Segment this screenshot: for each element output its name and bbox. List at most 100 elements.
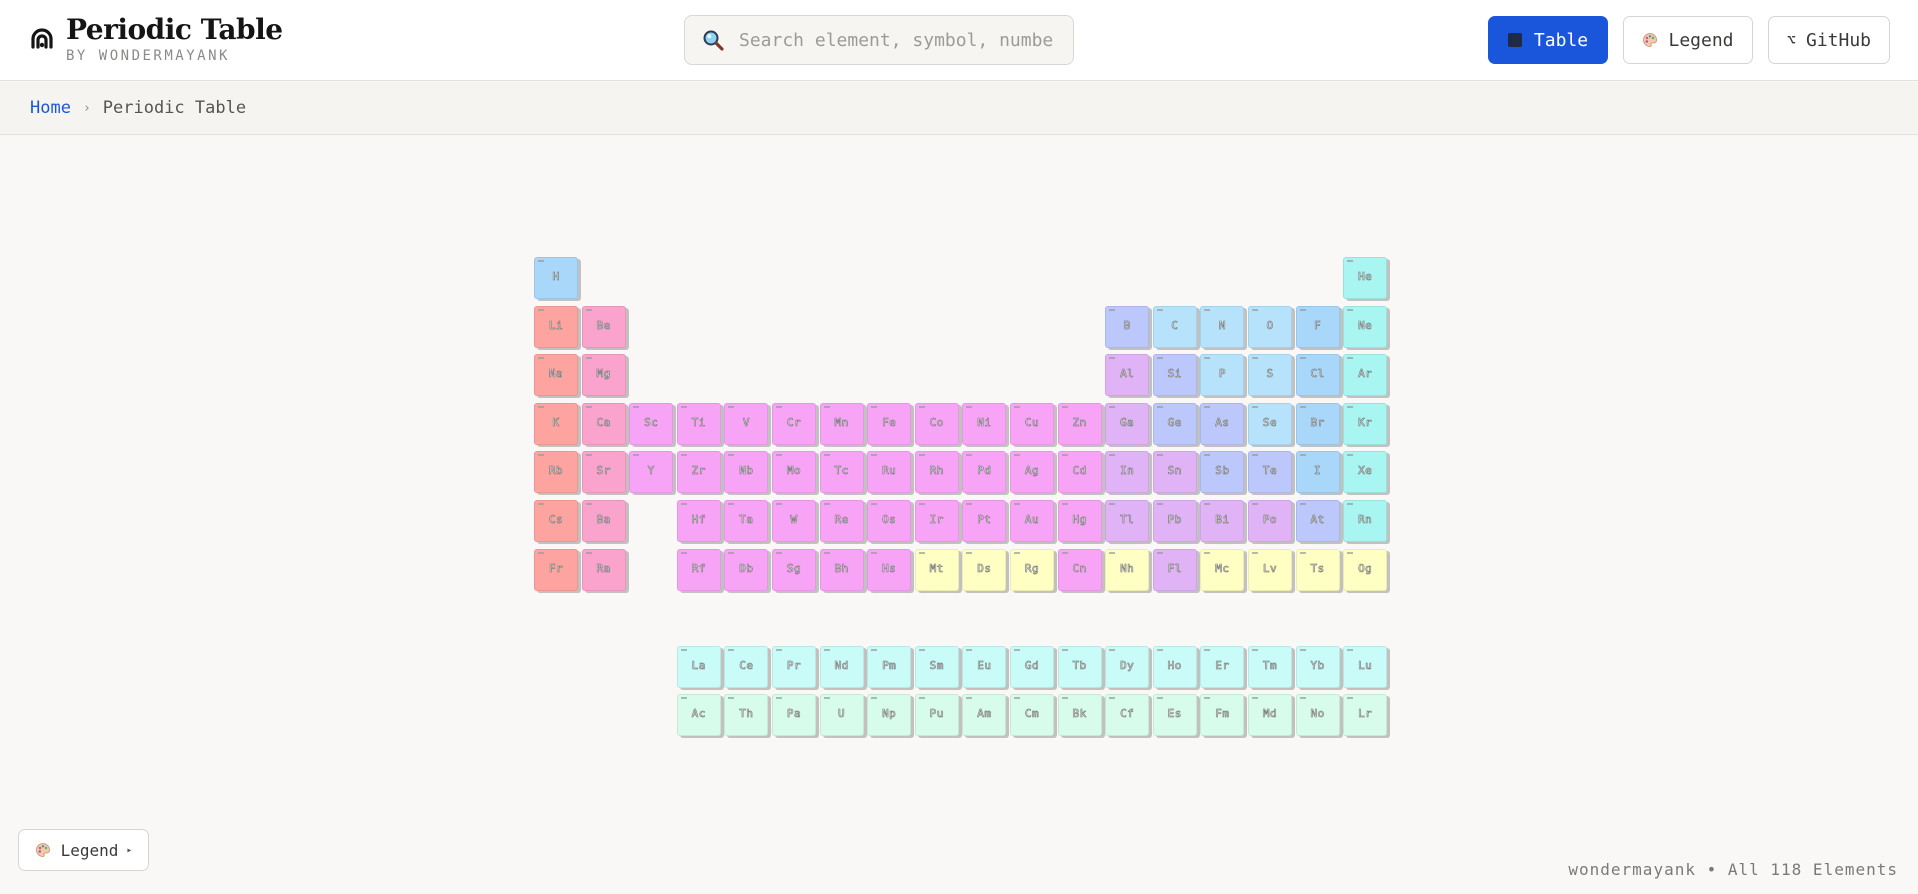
element-tile-ag[interactable]: Ag [1010,451,1054,494]
github-button[interactable]: ⌥ GitHub [1768,16,1890,64]
element-tile-lu[interactable]: Lu [1343,645,1388,688]
element-tile-nb[interactable]: Nb [724,451,769,494]
element-tile-ta[interactable]: Ta [724,500,769,542]
element-tile-te[interactable]: Te [1248,451,1292,494]
element-tile-gd[interactable]: Gd [1010,645,1054,688]
element-tile-si[interactable]: Si [1152,354,1197,397]
element-tile-db[interactable]: Db [724,548,769,591]
element-tile-ho[interactable]: Ho [1152,645,1197,688]
element-tile-sc[interactable]: Sc [629,402,674,445]
search-input[interactable] [739,29,1055,51]
element-tile-po[interactable]: Po [1248,500,1292,542]
element-tile-zn[interactable]: Zn [1057,402,1102,445]
element-tile-eu[interactable]: Eu [962,645,1007,688]
element-tile-mn[interactable]: Mn [819,402,864,445]
element-tile-cd[interactable]: Cd [1057,451,1102,494]
element-tile-ge[interactable]: Ge [1152,402,1197,445]
element-tile-v[interactable]: V [724,402,769,445]
element-tile-no[interactable]: No [1295,694,1340,737]
element-tile-zr[interactable]: Zr [676,451,721,494]
element-tile-na[interactable]: Na [534,354,578,397]
element-tile-b[interactable]: B [1105,305,1150,348]
element-tile-rb[interactable]: Rb [534,451,578,494]
element-tile-fr[interactable]: Fr [534,548,578,591]
element-tile-np[interactable]: Np [867,694,912,737]
element-tile-sn[interactable]: Sn [1152,451,1197,494]
element-tile-ra[interactable]: Ra [581,548,626,591]
legend-toggle-button[interactable]: Legend ▸ [18,829,149,871]
element-tile-hs[interactable]: Hs [867,548,912,591]
brand[interactable]: Periodic Table BY WONDERMAYANK [28,14,283,64]
element-tile-tm[interactable]: Tm [1248,645,1292,688]
element-tile-cl[interactable]: Cl [1295,354,1340,397]
element-tile-ar[interactable]: Ar [1343,354,1388,397]
element-tile-li[interactable]: Li [534,305,578,348]
element-tile-cm[interactable]: Cm [1010,694,1054,737]
element-tile-dy[interactable]: Dy [1105,645,1150,688]
element-tile-lv[interactable]: Lv [1248,548,1292,591]
element-tile-os[interactable]: Os [867,500,912,542]
element-tile-sr[interactable]: Sr [581,451,626,494]
element-tile-hg[interactable]: Hg [1057,500,1102,542]
element-tile-cu[interactable]: Cu [1010,402,1054,445]
element-tile-fl[interactable]: Fl [1152,548,1197,591]
element-tile-pt[interactable]: Pt [962,500,1007,542]
legend-button[interactable]: Legend [1623,16,1753,64]
element-tile-f[interactable]: F [1295,305,1340,348]
element-tile-n[interactable]: N [1200,305,1245,348]
element-tile-pb[interactable]: Pb [1152,500,1197,542]
element-tile-og[interactable]: Og [1343,548,1388,591]
element-tile-rf[interactable]: Rf [676,548,721,591]
element-tile-xe[interactable]: Xe [1343,451,1388,494]
element-tile-ir[interactable]: Ir [914,500,959,542]
element-tile-ts[interactable]: Ts [1295,548,1340,591]
element-tile-k[interactable]: K [534,402,578,445]
element-tile-u[interactable]: U [819,694,864,737]
element-tile-cs[interactable]: Cs [534,500,578,542]
element-tile-pu[interactable]: Pu [914,694,959,737]
element-tile-yb[interactable]: Yb [1295,645,1340,688]
element-tile-sg[interactable]: Sg [772,548,816,591]
element-tile-h[interactable]: H [534,257,578,299]
element-tile-la[interactable]: La [676,645,721,688]
element-tile-as[interactable]: As [1200,402,1245,445]
element-tile-nd[interactable]: Nd [819,645,864,688]
element-tile-ne[interactable]: Ne [1343,305,1388,348]
element-tile-tc[interactable]: Tc [819,451,864,494]
element-tile-kr[interactable]: Kr [1343,402,1388,445]
element-tile-ac[interactable]: Ac [676,694,721,737]
element-tile-bk[interactable]: Bk [1057,694,1102,737]
element-tile-ga[interactable]: Ga [1105,402,1150,445]
element-tile-cn[interactable]: Cn [1057,548,1102,591]
element-tile-mt[interactable]: Mt [914,548,959,591]
element-tile-in[interactable]: In [1105,451,1150,494]
element-tile-th[interactable]: Th [724,694,769,737]
element-tile-be[interactable]: Be [581,305,626,348]
element-tile-he[interactable]: He [1343,257,1388,299]
element-tile-ce[interactable]: Ce [724,645,769,688]
element-tile-pr[interactable]: Pr [772,645,816,688]
element-tile-sb[interactable]: Sb [1200,451,1245,494]
element-tile-sm[interactable]: Sm [914,645,959,688]
element-tile-ca[interactable]: Ca [581,402,626,445]
element-tile-p[interactable]: P [1200,354,1245,397]
element-tile-er[interactable]: Er [1200,645,1245,688]
element-tile-pm[interactable]: Pm [867,645,912,688]
element-tile-rh[interactable]: Rh [914,451,959,494]
element-tile-es[interactable]: Es [1152,694,1197,737]
element-tile-cr[interactable]: Cr [772,402,816,445]
element-tile-md[interactable]: Md [1248,694,1292,737]
element-tile-ds[interactable]: Ds [962,548,1007,591]
element-tile-w[interactable]: W [772,500,816,542]
table-view-button[interactable]: Table [1488,16,1608,64]
element-tile-am[interactable]: Am [962,694,1007,737]
element-tile-bi[interactable]: Bi [1200,500,1245,542]
element-tile-re[interactable]: Re [819,500,864,542]
search-box[interactable] [684,15,1074,65]
element-tile-cf[interactable]: Cf [1105,694,1150,737]
element-tile-nh[interactable]: Nh [1105,548,1150,591]
element-tile-al[interactable]: Al [1105,354,1150,397]
element-tile-ti[interactable]: Ti [676,402,721,445]
element-tile-pd[interactable]: Pd [962,451,1007,494]
element-tile-fe[interactable]: Fe [867,402,912,445]
